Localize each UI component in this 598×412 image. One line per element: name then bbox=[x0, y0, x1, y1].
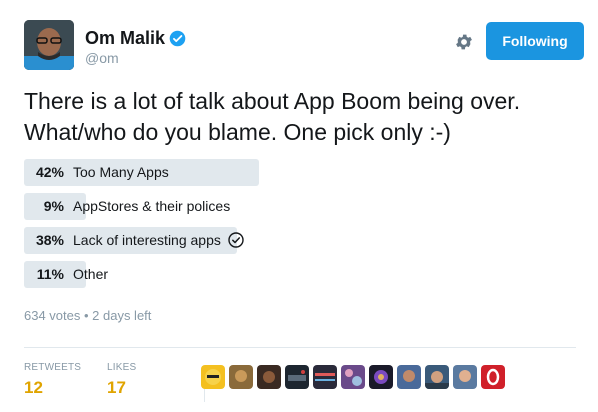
author-handle[interactable]: @om bbox=[85, 50, 186, 66]
liker-avatar[interactable] bbox=[453, 365, 477, 389]
tweet-header: Om Malik @om Following bbox=[24, 20, 584, 72]
author-display-name[interactable]: Om Malik bbox=[85, 28, 165, 49]
poll-option: 11% Other bbox=[24, 261, 564, 288]
poll-option: 38% Lack of interesting apps bbox=[24, 227, 564, 254]
divider bbox=[24, 347, 576, 348]
liker-avatar[interactable] bbox=[425, 365, 449, 389]
poll-option-text: AppStores & their polices bbox=[73, 198, 231, 214]
poll-percent: 9% bbox=[43, 198, 64, 214]
poll-option: 42% Too Many Apps bbox=[24, 159, 564, 186]
liker-avatar[interactable] bbox=[341, 365, 365, 389]
likes-label: LIKES bbox=[107, 362, 137, 373]
liker-avatar[interactable] bbox=[201, 365, 225, 389]
poll-option-label: Lack of interesting apps bbox=[73, 232, 244, 248]
liker-avatar[interactable] bbox=[397, 365, 421, 389]
poll-percent: 11% bbox=[36, 266, 64, 282]
liker-avatar[interactable] bbox=[229, 365, 253, 389]
author-avatar[interactable] bbox=[24, 20, 74, 70]
author-name-block: Om Malik @om bbox=[85, 27, 186, 66]
poll-option-label: Other bbox=[73, 266, 108, 282]
liker-avatar[interactable] bbox=[481, 365, 505, 389]
tweet-text: There is a lot of talk about App Boom be… bbox=[24, 88, 521, 145]
retweets-count: 12 bbox=[24, 378, 43, 397]
liker-avatar[interactable] bbox=[285, 365, 309, 389]
poll-percent: 38% bbox=[35, 232, 64, 248]
liker-avatars bbox=[201, 365, 509, 389]
liker-avatar[interactable] bbox=[257, 365, 281, 389]
retweets-stat[interactable]: RETWEETS 12 bbox=[24, 362, 81, 398]
liker-avatar[interactable] bbox=[313, 365, 337, 389]
retweets-label: RETWEETS bbox=[24, 362, 82, 373]
poll-option-label: Too Many Apps bbox=[73, 164, 169, 180]
selected-check-icon bbox=[228, 232, 244, 248]
poll-option: 9% AppStores & their polices bbox=[24, 193, 564, 220]
likes-count: 17 bbox=[107, 378, 126, 397]
poll-percent: 42% bbox=[35, 164, 64, 180]
poll-option-text: Lack of interesting apps bbox=[73, 232, 221, 248]
poll-option-label: AppStores & their polices bbox=[73, 198, 230, 214]
poll-meta: 634 votes • 2 days left bbox=[24, 308, 152, 323]
poll-option-text: Other bbox=[73, 266, 109, 282]
gear-icon[interactable] bbox=[454, 32, 474, 52]
following-button[interactable]: Following bbox=[486, 22, 584, 60]
poll-option-text: Too Many Apps bbox=[73, 164, 169, 180]
likes-stat[interactable]: LIKES 17 bbox=[107, 362, 136, 398]
verified-badge-icon bbox=[169, 30, 186, 47]
liker-avatar[interactable] bbox=[369, 365, 393, 389]
poll: 42% Too Many Apps 9% AppStores & their p… bbox=[24, 159, 564, 295]
